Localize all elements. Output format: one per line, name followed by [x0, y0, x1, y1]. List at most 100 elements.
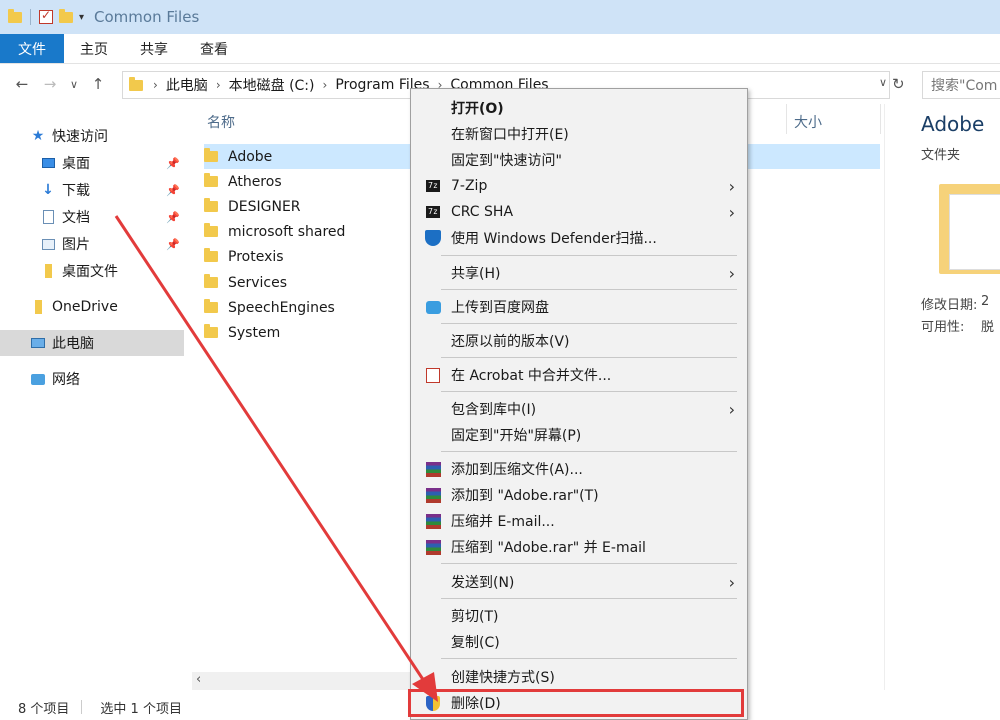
7zip-icon: 7z: [425, 178, 441, 194]
tab-home[interactable]: 主页: [64, 34, 124, 63]
pin-icon[interactable]: 📌: [166, 157, 180, 170]
submenu-arrow-icon: ›: [728, 399, 735, 419]
menu-item-open[interactable]: 打开(O): [411, 95, 747, 121]
refresh-icon[interactable]: ↻: [892, 75, 905, 93]
nav-item-quick-access[interactable]: ★ 快速访问: [0, 123, 186, 149]
column-divider[interactable]: [786, 104, 787, 134]
menu-item-label: 添加到压缩文件(A)...: [451, 462, 583, 478]
defender-shield-icon: [425, 230, 441, 246]
menu-separator: [441, 357, 737, 358]
menu-item-pin-start[interactable]: 固定到"开始"屏幕(P): [411, 422, 747, 448]
item-count: 8 个项目: [18, 701, 70, 717]
ribbon-tabs: 文件 主页 共享 查看: [0, 34, 1000, 64]
details-title: Adobe: [921, 112, 985, 136]
nav-item-label: 快速访问: [52, 129, 108, 145]
nav-item-this-pc[interactable]: 此电脑: [0, 330, 184, 356]
new-folder-icon[interactable]: [59, 8, 73, 23]
pin-icon[interactable]: 📌: [166, 211, 180, 224]
folder-icon: [204, 148, 218, 162]
file-name: Adobe: [228, 148, 273, 165]
nav-item-label: 网络: [52, 372, 80, 388]
menu-item-pin-quick-access[interactable]: 固定到"快速访问": [411, 147, 747, 173]
menu-separator: [441, 563, 737, 564]
menu-item-cut[interactable]: 剪切(T): [411, 603, 747, 629]
title-bar: ▾ Common Files: [0, 0, 1000, 34]
horizontal-scrollbar[interactable]: ‹: [192, 672, 410, 690]
menu-item-upload-baidu[interactable]: 上传到百度网盘: [411, 294, 747, 320]
menu-item-label: 复制(C): [451, 635, 500, 651]
forward-arrow-icon[interactable]: →: [36, 75, 64, 93]
menu-item-share[interactable]: 共享(H) ›: [411, 260, 747, 286]
winrar-icon: [425, 487, 441, 503]
details-modified-value: 2: [981, 294, 990, 309]
menu-separator: [441, 451, 737, 452]
nav-item-network[interactable]: 网络: [0, 366, 186, 392]
winrar-icon: [425, 539, 441, 555]
menu-item-compress-adobe-email[interactable]: 压缩到 "Adobe.rar" 并 E-mail: [411, 534, 747, 560]
menu-item-send-to[interactable]: 发送到(N) ›: [411, 569, 747, 595]
nav-item-pictures[interactable]: 图片 📌: [0, 231, 186, 257]
properties-icon[interactable]: [39, 8, 53, 24]
pin-icon[interactable]: 📌: [166, 184, 180, 197]
quick-access-toolbar: ▾: [0, 8, 84, 25]
tab-view[interactable]: 查看: [184, 34, 244, 63]
tab-file[interactable]: 文件: [0, 34, 64, 63]
scroll-left-icon[interactable]: ‹: [196, 672, 201, 687]
address-dropdown-icon[interactable]: ∨: [879, 76, 887, 89]
document-icon: [40, 210, 56, 224]
menu-item-defender-scan[interactable]: 使用 Windows Defender扫描...: [411, 225, 747, 251]
menu-item-copy[interactable]: 复制(C): [411, 629, 747, 655]
customize-dropdown-icon[interactable]: ▾: [79, 12, 84, 23]
folder-icon: [204, 274, 218, 288]
menu-item-compress-email[interactable]: 压缩并 E-mail...: [411, 508, 747, 534]
nav-item-downloads[interactable]: ↓ 下载 📌: [0, 177, 186, 203]
chevron-right-icon[interactable]: ›: [216, 78, 221, 92]
folder-icon: [204, 198, 218, 212]
recent-dropdown-icon[interactable]: ∨: [64, 78, 84, 91]
breadcrumb-this-pc[interactable]: 此电脑: [166, 75, 208, 95]
search-input[interactable]: 搜索"Com: [922, 71, 1000, 99]
nav-item-onedrive[interactable]: OneDrive: [0, 294, 186, 320]
nav-item-label: 图片: [62, 237, 90, 253]
selected-count: 选中 1 个项目: [100, 701, 182, 717]
file-name: SpeechEngines: [228, 299, 335, 316]
menu-item-label: 在新窗口中打开(E): [451, 127, 569, 143]
folder-icon: [204, 299, 218, 313]
menu-item-include-library[interactable]: 包含到库中(I) ›: [411, 396, 747, 422]
window-title: Common Files: [94, 8, 200, 26]
pin-icon[interactable]: 📌: [166, 238, 180, 251]
menu-item-label: 包含到库中(I): [451, 402, 537, 418]
column-divider[interactable]: [880, 104, 881, 134]
chevron-right-icon[interactable]: ›: [153, 78, 158, 92]
network-icon: [30, 372, 46, 386]
up-arrow-icon[interactable]: ↑: [84, 75, 112, 93]
details-type: 文件夹: [921, 148, 961, 163]
breadcrumb-local-disk[interactable]: 本地磁盘 (C:): [229, 75, 315, 95]
column-header-name[interactable]: 名称: [207, 112, 235, 132]
menu-item-add-archive[interactable]: 添加到压缩文件(A)...: [411, 456, 747, 482]
menu-item-label: 在 Acrobat 中合并文件...: [451, 368, 612, 384]
menu-item-create-shortcut[interactable]: 创建快捷方式(S): [411, 664, 747, 690]
file-name: Atheros: [228, 173, 282, 190]
menu-item-7zip[interactable]: 7z 7-Zip ›: [411, 173, 747, 199]
nav-item-desktop[interactable]: 桌面 📌: [0, 150, 186, 176]
menu-item-acrobat-merge[interactable]: 在 Acrobat 中合并文件...: [411, 362, 747, 388]
file-name: DESIGNER: [228, 198, 301, 215]
submenu-arrow-icon: ›: [728, 263, 735, 283]
menu-item-add-adobe-rar[interactable]: 添加到 "Adobe.rar"(T): [411, 482, 747, 508]
tab-share[interactable]: 共享: [124, 34, 184, 63]
nav-item-documents[interactable]: 文档 📌: [0, 204, 186, 230]
details-availability-value: 脱: [981, 320, 995, 335]
menu-item-open-new-window[interactable]: 在新窗口中打开(E): [411, 121, 747, 147]
back-arrow-icon[interactable]: ←: [8, 75, 36, 93]
folder-icon: [204, 248, 218, 262]
menu-separator: [441, 289, 737, 290]
menu-item-restore-versions[interactable]: 还原以前的版本(V): [411, 328, 747, 354]
nav-item-label: 桌面: [62, 156, 90, 172]
menu-item-label: 共享(H): [451, 266, 501, 282]
menu-item-crc-sha[interactable]: 7z CRC SHA ›: [411, 199, 747, 225]
file-name: Services: [228, 274, 288, 291]
chevron-right-icon[interactable]: ›: [323, 78, 328, 92]
nav-item-desktop-files[interactable]: 桌面文件: [0, 258, 186, 284]
column-header-size[interactable]: 大小: [794, 112, 822, 132]
